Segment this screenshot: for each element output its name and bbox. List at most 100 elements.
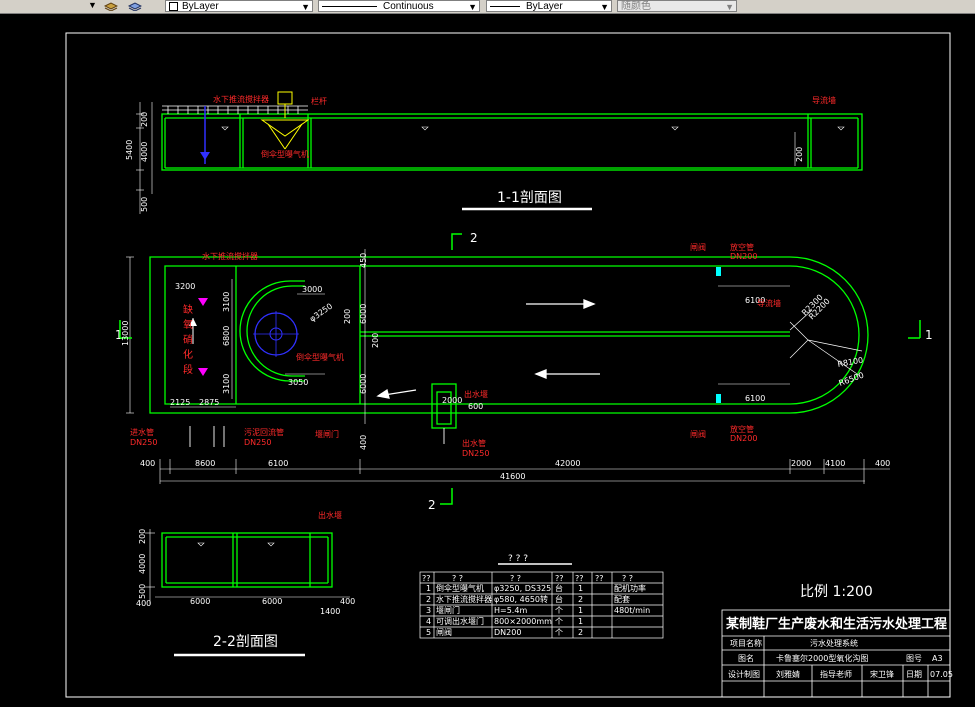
table-cell: 倒伞型曝气机	[436, 583, 484, 593]
table-cell: 2	[578, 628, 583, 637]
dropdown-arrow-icon[interactable]: ▼	[88, 0, 97, 10]
label-guide-wall-s11: 导流墙	[812, 95, 836, 105]
label-mixer-plan: 水下推流搅拌器	[202, 251, 258, 261]
dim-450: 450	[359, 253, 368, 268]
dim-3000: 3000	[302, 285, 322, 294]
dim-6000-b: 6000	[359, 374, 368, 394]
table-cell: 闸阀	[436, 628, 452, 637]
dim-200-top: 200	[140, 112, 149, 127]
tb-row1-label: 项目名称	[730, 638, 762, 648]
dim-4000: 4000	[140, 142, 149, 162]
th-5: ??	[595, 574, 604, 583]
railing	[162, 105, 308, 114]
table-cell: φ580, 4650转	[494, 594, 548, 604]
label-anoxic-vertical: 缺 氧 硝 化 段	[183, 303, 193, 376]
linetype-combo[interactable]: Continuous ▼	[318, 0, 480, 12]
dim-6100-bottom: 6100	[745, 394, 765, 403]
layer-states-icon[interactable]	[104, 1, 118, 11]
label-aerator-s11: 倒伞型曝气机	[261, 149, 309, 159]
table-cell: 3	[426, 606, 431, 615]
table-cell: 配机功率	[614, 583, 646, 593]
dim-42000: 42000	[555, 459, 580, 468]
dim-s22-400-left: 400	[136, 599, 151, 608]
linetype-sample	[322, 5, 377, 7]
layer-color-combo[interactable]: ByLayer ▼	[165, 0, 313, 12]
table-header-row: ?? ? ? ? ? ?? ?? ?? ? ?	[422, 574, 633, 583]
label-drain-bottom: 放空管	[730, 424, 754, 434]
label-guide-wall-plan: 导流墙	[757, 298, 781, 308]
table-cell: 5	[426, 628, 431, 637]
section-1-1-title: 1-1剖面图	[497, 190, 562, 206]
table-cell: 水下推流搅拌器	[436, 594, 492, 604]
cut-symbol-top	[451, 233, 462, 250]
project-title: 某制鞋厂生产废水和生活污水处理工程	[725, 616, 947, 632]
chevron-down-icon: ▼	[468, 2, 477, 12]
section-2-2	[161, 532, 333, 588]
mixer-icon	[200, 106, 210, 164]
cut-mark-top-2: 2	[470, 231, 478, 245]
label-anoxic-3: 硝	[183, 333, 193, 346]
dim-s22-4000: 4000	[138, 554, 147, 574]
table-cell: 2	[578, 595, 583, 604]
label-drain-top-dn: DN200	[730, 252, 757, 261]
tb-row3-label: 设计制图	[728, 669, 760, 679]
flow-arrows	[376, 299, 600, 399]
dim-lines-section22	[145, 529, 350, 604]
table-cell: 个	[555, 617, 563, 626]
tb-row2-code-label: 图号	[906, 654, 922, 663]
th-1: ? ?	[452, 574, 463, 583]
water-level-marks-s22	[197, 542, 275, 547]
table-cell: 4	[426, 617, 431, 626]
plot-style-combo[interactable]: 随颜色 ▼	[617, 0, 737, 12]
table-cell: 1	[426, 584, 431, 593]
dim-8600: 8600	[195, 459, 215, 468]
dim-r6500: R6500	[838, 371, 865, 388]
dim-400-left: 400	[140, 459, 155, 468]
lineweight-combo[interactable]: ByLayer ▼	[486, 0, 612, 12]
mixer-plan-icon-2	[198, 368, 208, 376]
table-cell: 配套	[614, 594, 630, 604]
table-cell: 台	[555, 594, 563, 604]
table-body: 1 倒伞型曝气机 φ3250, DS325 台 1 配机功率 2 水下推流搅拌器 φ580, 4…	[426, 583, 650, 637]
dim-s22-500: 500	[138, 584, 147, 599]
dim-13000: 13000	[121, 321, 130, 346]
tb-row3-name1: 刘雅婧	[776, 669, 800, 679]
linetype-combo-value: Continuous	[383, 1, 434, 12]
dim-3050: 3050	[288, 378, 308, 387]
table-cell: 2	[426, 595, 431, 604]
cad-drawing[interactable]: 5400 200 4000 500 200 水下推流搅拌器 栏杆 倒伞型曝气机 …	[0, 14, 975, 703]
label-drain-bottom-dn: DN200	[730, 434, 757, 443]
tb-row3-name2: 宋卫锋	[870, 669, 894, 679]
dim-lines-section11	[136, 102, 796, 214]
layer-previous-icon[interactable]	[128, 1, 142, 11]
th-6: ? ?	[622, 574, 633, 583]
label-mixer-s11: 水下推流搅拌器	[213, 94, 269, 104]
dim-3100-b: 3100	[222, 374, 231, 394]
chevron-down-icon: ▼	[725, 2, 734, 12]
layer-combo-value: ByLayer	[182, 1, 219, 12]
cut-mark-bottom-2: 2	[428, 498, 436, 512]
lineweight-sample	[490, 5, 520, 7]
table-cell: 个	[555, 606, 563, 615]
drawing-canvas[interactable]: 5400 200 4000 500 200 水下推流搅拌器 栏杆 倒伞型曝气机 …	[0, 14, 975, 703]
table-cell: 可调出水堰门	[436, 616, 484, 626]
label-gate: 堰闸门	[315, 429, 339, 439]
table-cell: 480t/min	[614, 606, 650, 615]
plot-style-value: 随颜色	[621, 1, 651, 12]
dim-s22-6000: 6000	[190, 597, 210, 606]
dim-6000-a: 6000	[359, 304, 368, 324]
dim-400-v: 400	[359, 435, 368, 450]
lineweight-combo-value: ByLayer	[526, 1, 563, 12]
dim-3100-a: 3100	[222, 292, 231, 312]
label-anoxic-2: 氧	[183, 318, 193, 331]
dim-200-wall: 200	[795, 147, 804, 162]
table-cell: 个	[555, 628, 563, 637]
mixer-plan-icon-1	[198, 298, 208, 306]
cut-mark-right-1: 1	[925, 328, 933, 342]
dim-2125: 2125	[170, 398, 190, 407]
dim-6100-bottom-row: 6100	[268, 459, 288, 468]
label-anoxic-1: 缺	[183, 303, 193, 316]
table-caption: ? ? ?	[508, 554, 528, 564]
chevron-down-icon: ▼	[600, 2, 609, 12]
label-anoxic-5: 段	[183, 363, 193, 376]
